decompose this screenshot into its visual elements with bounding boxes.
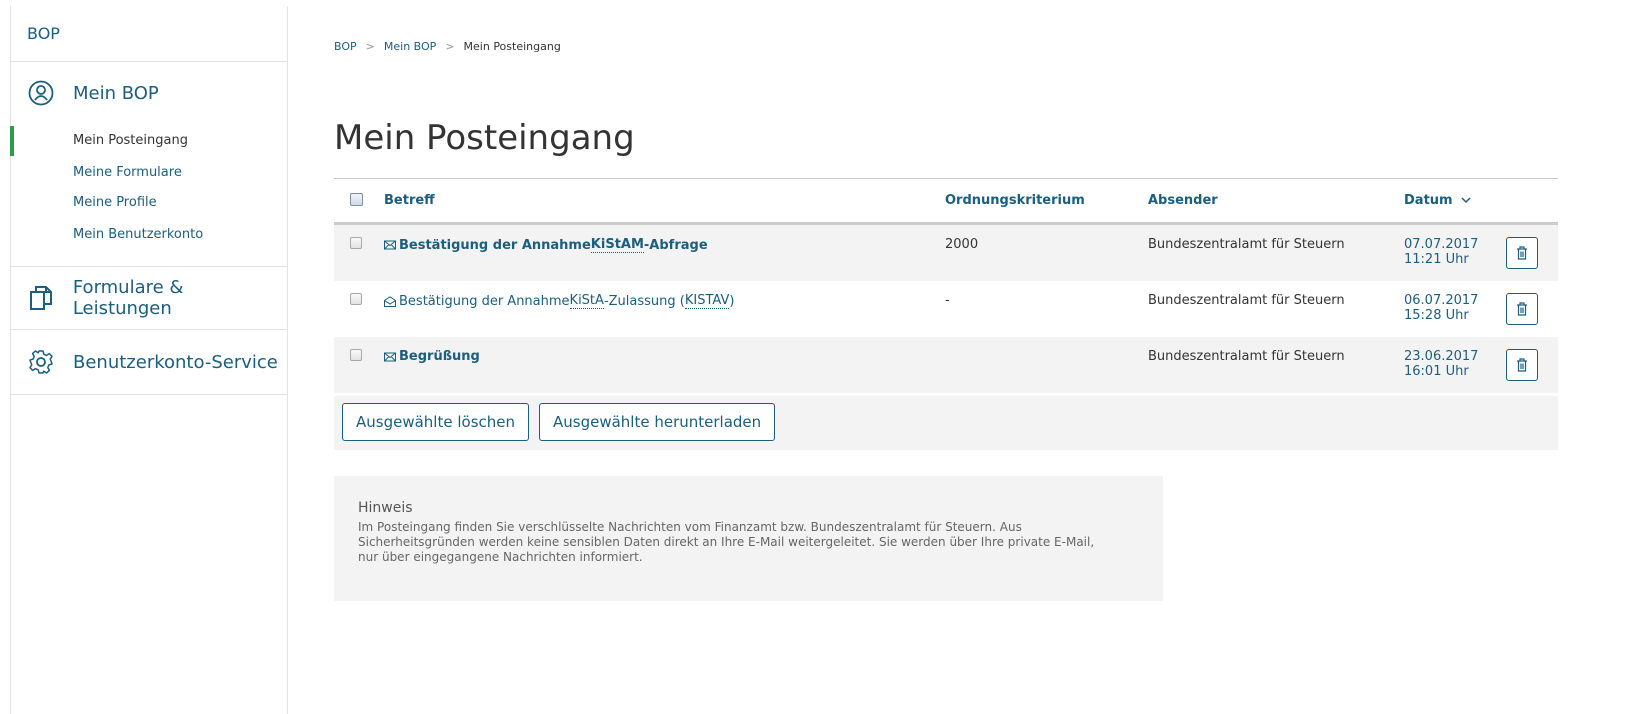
sender-cell: Bundeszentralamt für Steuern (1148, 237, 1345, 252)
envelope-open-icon (384, 295, 396, 307)
message-subject-link[interactable]: Bestätigung der Annahme KiStA -Zulassung… (384, 293, 734, 309)
column-header-date-label: Datum (1404, 193, 1453, 208)
sender-cell: Bundeszentralamt für Steuern (1148, 293, 1345, 308)
sidebar-item-meine-formulare[interactable]: Meine Formulare (11, 158, 287, 188)
sidebar-heading-benutzerkonto-service[interactable]: Benutzerkonto-Service (11, 330, 287, 394)
date-text: 07.07.2017 (1404, 237, 1479, 252)
breadcrumb-link-mein-bop[interactable]: Mein BOP (384, 40, 436, 53)
gear-icon (27, 348, 55, 376)
note-line: Sicherheitsgründen werden keine sensible… (358, 535, 1095, 549)
delete-message-button[interactable] (1506, 293, 1538, 325)
row-checkbox[interactable] (350, 349, 362, 365)
table-row: Begrüßung Bundeszentralamt für Steuern 2… (334, 337, 1558, 393)
table-row: Bestätigung der Annahme KiStAM -Abfrage … (334, 225, 1558, 281)
date-cell: 23.06.2017 16:01 Uhr (1404, 349, 1478, 379)
time-text: 15:28 Uhr (1404, 308, 1469, 323)
criterion-cell: 2000 (945, 237, 979, 252)
brand-link[interactable]: BOP (11, 6, 287, 62)
sidebar-subnav: Mein Posteingang Meine Formulare Meine P… (10, 124, 287, 266)
chevron-down-icon (1461, 193, 1471, 208)
sidebar-section-mein-bop: Mein BOP Mein Posteingang Meine Formular… (10, 62, 287, 267)
subject-abbreviation: KISTAV (684, 293, 730, 309)
message-subject-link[interactable]: Begrüßung (384, 349, 480, 364)
chevron-right-icon: > (445, 40, 455, 53)
subject-text: -Zulassung ( (603, 293, 685, 309)
table-row: Bestätigung der Annahme KiStA -Zulassung… (334, 281, 1558, 337)
message-subject-link[interactable]: Bestätigung der Annahme KiStAM -Abfrage (384, 237, 708, 253)
sidebar-heading-formulare[interactable]: Formulare & Leistungen (11, 267, 287, 329)
delete-selected-button[interactable]: Ausgewählte löschen (342, 403, 529, 441)
subject-text: -Abfrage (643, 237, 708, 253)
row-checkbox[interactable] (350, 237, 362, 253)
subject-abbreviation: KiStA (569, 293, 604, 309)
criterion-cell: - (945, 293, 950, 308)
table-header: Betreff Ordnungskriterium Absender Datum (334, 179, 1558, 225)
delete-message-button[interactable] (1506, 349, 1538, 381)
page-title: Mein Posteingang (334, 118, 635, 158)
subject-text: ) (729, 293, 735, 309)
breadcrumb-link-bop[interactable]: BOP (334, 40, 357, 53)
envelope-icon (384, 352, 396, 361)
date-cell: 07.07.2017 11:21 Uhr (1404, 237, 1478, 267)
note-line: Im Posteingang finden Sie verschlüsselte… (358, 520, 1022, 534)
sidebar-item-mein-posteingang[interactable]: Mein Posteingang (10, 124, 287, 158)
note-line: nur über eingegangene Nachrichten inform… (358, 550, 643, 564)
subject-text: Begrüßung (399, 349, 480, 364)
select-all-checkbox[interactable] (350, 193, 363, 210)
note-title: Hinweis (358, 500, 413, 516)
sidebar-heading-label: Mein BOP (73, 82, 159, 104)
envelope-icon (384, 240, 396, 250)
time-text: 16:01 Uhr (1404, 364, 1469, 379)
trash-icon (1517, 246, 1527, 260)
inbox-table: Betreff Ordnungskriterium Absender Datum… (334, 178, 1558, 393)
date-text: 06.07.2017 (1404, 293, 1479, 308)
date-cell: 06.07.2017 15:28 Uhr (1404, 293, 1478, 323)
download-selected-button[interactable]: Ausgewählte herunterladen (539, 403, 776, 441)
sidebar-heading-label: Formulare & Leistungen (72, 277, 184, 319)
breadcrumb-current: Mein Posteingang (463, 40, 561, 53)
subject-text: Bestätigung der Annahme (399, 237, 591, 253)
column-header-date[interactable]: Datum (1404, 193, 1471, 208)
subject-abbreviation: KiStAM (590, 237, 644, 253)
user-circle-icon (27, 79, 55, 107)
sidebar-item-meine-profile[interactable]: Meine Profile (11, 188, 287, 218)
date-text: 23.06.2017 (1404, 349, 1479, 364)
column-header-subject[interactable]: Betreff (384, 193, 435, 208)
sidebar-heading-label: Benutzerkonto-Service (73, 351, 278, 373)
note-text: Im Posteingang finden Sie verschlüsselte… (358, 520, 1139, 565)
sidebar-item-mein-benutzerkonto[interactable]: Mein Benutzerkonto (11, 218, 287, 252)
delete-message-button[interactable] (1506, 237, 1538, 269)
trash-icon (1517, 358, 1527, 372)
column-header-sender[interactable]: Absender (1148, 193, 1218, 208)
trash-icon (1517, 302, 1527, 316)
breadcrumb: BOP > Mein BOP > Mein Posteingang (334, 40, 561, 53)
sidebar-section-formulare: Formulare & Leistungen (11, 267, 287, 330)
time-text: 11:21 Uhr (1404, 252, 1469, 267)
sender-cell: Bundeszentralamt für Steuern (1148, 349, 1345, 364)
sidebar: BOP Mein BOP Mein Posteingang Meine Form… (10, 6, 288, 714)
sidebar-heading-mein-bop[interactable]: Mein BOP (11, 62, 287, 124)
subject-text: Bestätigung der Annahme (399, 293, 570, 309)
sidebar-section-benutzerkonto-service: Benutzerkonto-Service (11, 330, 287, 395)
info-note: Hinweis Im Posteingang finden Sie versch… (334, 476, 1163, 601)
column-header-criterion[interactable]: Ordnungskriterium (945, 193, 1085, 208)
bulk-actions-bar: Ausgewählte löschen Ausgewählte herunter… (334, 396, 1558, 450)
chevron-right-icon: > (365, 40, 375, 53)
documents-icon (27, 284, 55, 312)
row-checkbox[interactable] (350, 293, 362, 309)
